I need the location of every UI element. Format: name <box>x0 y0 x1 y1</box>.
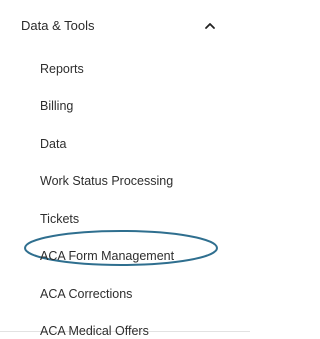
menu-item-label: Reports <box>40 61 84 76</box>
data-tools-section-header[interactable]: Data & Tools <box>0 8 250 44</box>
menu-item-work-status-processing[interactable]: Work Status Processing <box>0 163 250 201</box>
menu-item-aca-corrections[interactable]: ACA Corrections <box>0 275 250 313</box>
menu-item-label: Billing <box>40 99 74 114</box>
menu-item-label: ACA Medical Offers <box>40 324 149 339</box>
menu-item-aca-form-management[interactable]: ACA Form Management <box>0 238 250 276</box>
menu-item-label: Tickets <box>40 211 80 226</box>
menu-item-label: Work Status Processing <box>40 174 174 189</box>
menu-item-data[interactable]: Data <box>0 125 250 163</box>
menu-item-label: Data <box>40 136 67 151</box>
data-tools-menu: Reports Billing Data Work Status Process… <box>0 50 250 339</box>
menu-item-reports[interactable]: Reports <box>0 50 250 88</box>
chevron-up-icon[interactable] <box>203 20 217 32</box>
menu-item-label: ACA Form Management <box>40 249 175 264</box>
menu-item-aca-medical-offers[interactable]: ACA Medical Offers <box>0 313 250 339</box>
menu-item-tickets[interactable]: Tickets <box>0 200 250 238</box>
menu-item-label: ACA Corrections <box>40 286 133 301</box>
menu-item-billing[interactable]: Billing <box>0 88 250 126</box>
section-title: Data & Tools <box>21 18 95 33</box>
navigation-panel: Data & Tools Reports Billing Data Work S… <box>0 0 250 339</box>
